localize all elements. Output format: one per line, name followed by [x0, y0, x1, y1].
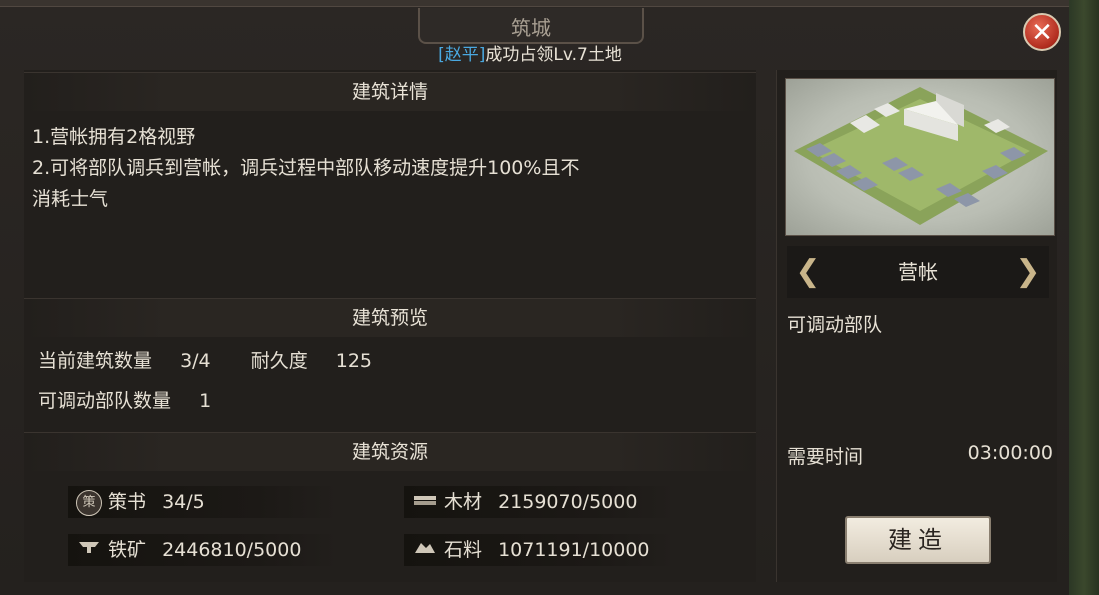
resource-value: 2159070/5000: [498, 491, 638, 513]
troops-value: 1: [199, 390, 212, 412]
building-description: 可调动部队: [787, 314, 883, 336]
build-time-row: 需要时间 03:00:00: [787, 442, 1053, 469]
resource-value: 1071191/10000: [498, 539, 650, 561]
building-panel: ❮ 营帐 ❯ 可调动部队 需要时间 03:00:00 建造: [776, 70, 1057, 582]
details-line-3: 消耗士气: [32, 188, 109, 210]
info-panel: 建筑详情 1.营帐拥有2格视野 2.可将部队调兵到营帐，调兵过程中部队移动速度提…: [24, 70, 756, 582]
build-time-label: 需要时间: [787, 446, 864, 468]
resource-label: 铁矿: [108, 539, 147, 561]
resource-wood: 木材 2159070/5000: [404, 486, 674, 518]
resource-value: 34/5: [162, 491, 205, 513]
wood-icon: [412, 490, 438, 516]
resource-value: 2446810/5000: [162, 539, 302, 561]
details-text: 1.营帐拥有2格视野 2.可将部队调兵到营帐，调兵过程中部队移动速度提升100%…: [32, 122, 752, 215]
building-selector: ❮ 营帐 ❯: [787, 246, 1049, 298]
dialog-frame: 筑城 [赵平]成功占领Lv.7土地 ✕ 建筑详情 1.营帐拥有2格视野 2.可将…: [0, 0, 1099, 595]
build-time-value: 03:00:00: [967, 442, 1053, 464]
resources-heading: 建筑资源: [24, 432, 756, 471]
chevron-left-icon[interactable]: ❮: [795, 254, 821, 290]
chevron-right-icon[interactable]: ❯: [1015, 254, 1041, 290]
resource-label: 策书: [108, 491, 147, 513]
building-name: 营帐: [898, 260, 938, 284]
building-count-value: 3/4: [180, 350, 211, 372]
resource-stone: 石料 1071191/10000: [404, 534, 674, 566]
resource-label: 木材: [444, 491, 483, 513]
details-line-2: 2.可将部队调兵到营帐，调兵过程中部队移动速度提升100%且不: [32, 157, 580, 179]
troops-row: 可调动部队数量 1: [38, 386, 211, 413]
iron-ore-icon: [76, 538, 102, 564]
player-name[interactable]: [赵平]: [438, 45, 485, 65]
building-count-label: 当前建筑数量: [38, 350, 153, 372]
occupation-notice: [赵平]成功占领Lv.7土地: [0, 40, 1060, 65]
building-preview-image: [785, 78, 1055, 236]
occupation-text: 成功占领Lv.7土地: [485, 45, 622, 65]
close-icon: ✕: [1031, 18, 1053, 48]
close-button[interactable]: ✕: [1023, 13, 1061, 51]
durability-label: 耐久度: [250, 350, 308, 372]
details-line-1: 1.营帐拥有2格视野: [32, 126, 196, 148]
strategy-book-icon: 策: [76, 489, 102, 516]
dialog-title-text: 筑城: [511, 16, 551, 40]
resource-label: 石料: [444, 539, 483, 561]
background-map-strip: [1069, 0, 1099, 595]
durability-value: 125: [335, 350, 373, 372]
build-button[interactable]: 建造: [845, 516, 991, 564]
resource-iron: 铁矿 2446810/5000: [68, 534, 338, 566]
stone-icon: [412, 538, 438, 564]
resource-strategy-book: 策策书 34/5: [68, 486, 338, 518]
dialog-title: 筑城: [418, 8, 644, 44]
troops-label: 可调动部队数量: [38, 390, 172, 412]
preview-heading: 建筑预览: [24, 298, 756, 337]
top-border: [0, 0, 1070, 7]
details-heading: 建筑详情: [24, 72, 756, 111]
building-count-row: 当前建筑数量 3/4 耐久度 125: [38, 346, 372, 373]
